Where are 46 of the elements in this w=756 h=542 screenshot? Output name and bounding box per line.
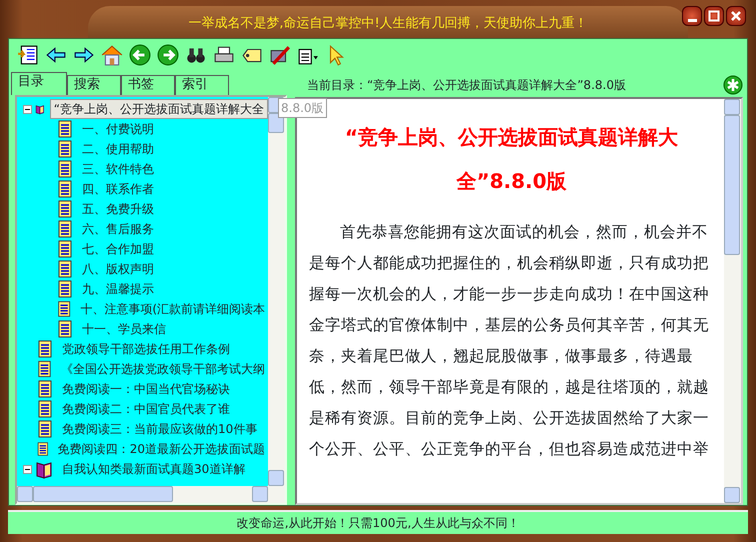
tree-item[interactable]: 免费阅读一：中国当代官场秘诀 <box>59 380 233 398</box>
close-icon <box>729 9 743 23</box>
tree-item[interactable]: 三、软件特色 <box>79 160 157 178</box>
tree-item[interactable]: 《全国公开选拔党政领导干部考试大纲 <box>58 360 268 378</box>
home-icon[interactable] <box>101 44 123 66</box>
minimize-icon <box>688 18 696 22</box>
close-icon[interactable] <box>723 75 743 95</box>
tab[interactable]: 目录 <box>11 72 67 95</box>
pen-icon[interactable] <box>269 44 291 66</box>
window-title: 一举成名不是梦,命运自己掌控中!人生能有几回搏，天使助你上九重！ <box>88 6 688 38</box>
close-button[interactable] <box>726 6 746 26</box>
tree-item[interactable]: 五、免费升级 <box>79 200 157 218</box>
tooltip: 8.8.0版 <box>278 98 327 118</box>
tree-item[interactable]: 二、使用帮助 <box>79 140 157 158</box>
tree-item[interactable]: 十一、学员来信 <box>79 320 169 338</box>
tree-item[interactable]: 免费阅读三：当前最应该做的10件事 <box>59 420 260 438</box>
tree-item[interactable]: 七、合作加盟 <box>79 240 157 258</box>
tree-item[interactable]: 党政领导干部选拔任用工作条例 <box>59 340 233 358</box>
collapse-icon[interactable] <box>23 104 32 114</box>
minimize-button[interactable] <box>682 6 702 26</box>
tab[interactable]: 书签 <box>121 75 175 95</box>
scroll-thumb[interactable] <box>724 115 740 255</box>
tree-item[interactable]: 九、温馨提示 <box>79 280 157 298</box>
contents-panel-icon[interactable] <box>17 44 39 66</box>
tab[interactable]: 搜索 <box>67 75 121 95</box>
tree-item[interactable]: 八、版权声明 <box>79 260 157 278</box>
collapse-icon[interactable] <box>23 464 32 474</box>
vertical-scrollbar[interactable] <box>724 99 741 503</box>
tree-item[interactable]: 一、付费说明 <box>79 120 157 138</box>
tree-item[interactable]: 自我认知类最新面试真题30道详解 <box>59 460 248 478</box>
tree-item[interactable]: 十、注意事项(汇款前请详细阅读本 <box>77 300 268 318</box>
maximize-button[interactable] <box>704 6 724 26</box>
tree-item[interactable]: 六、售后服务 <box>79 220 157 238</box>
tree-item[interactable]: 四、联系作者 <box>79 180 157 198</box>
tree-item[interactable]: 免费阅读二：中国官员代表了谁 <box>59 400 233 418</box>
body-paragraph: 首先恭喜您能拥有这次面试的机会，然而，机会并不是每个人都能成功把握住的，机会稍纵即逝，只有成功把握每一次机会的人，才能一步一步走向成功！在中国这种金字塔式的官僚体制中，基层的公务员何其辛苦，何其无奈，夹着尾巴做人，翘起屁股做事，做事最多，待遇最低，然而，领导干部毕竟是有限的，越是往塔顶的，就越是稀有资源。目前的竞争上岗、公开选拔固然给了大家一个公开、公平、公正竞争的平台，但也容易造成范进中举 <box>309 222 710 460</box>
tree-item[interactable]: “竞争上岗、公开选拔面试真题详解大全 <box>50 99 268 119</box>
scroll-thumb[interactable] <box>33 486 173 502</box>
scroll-thumb[interactable] <box>268 113 284 133</box>
status-bar: 改变命运,从此开始！只需100元,人生从此与众不同！ <box>8 510 748 534</box>
maximize-icon <box>707 9 721 23</box>
document-heading: “竞争上岗、公开选拔面试真题详解大全”8.8.0版 <box>344 124 680 195</box>
horizontal-scrollbar[interactable] <box>17 486 285 503</box>
tab[interactable]: 索引 <box>175 75 229 95</box>
tree-item[interactable]: 免费阅读四：20道最新公开选拔面试题 <box>54 440 268 458</box>
current-directory-label: 当前目录：“竞争上岗、公开选拔面试真题详解大全”8.8.0版 <box>307 77 627 94</box>
